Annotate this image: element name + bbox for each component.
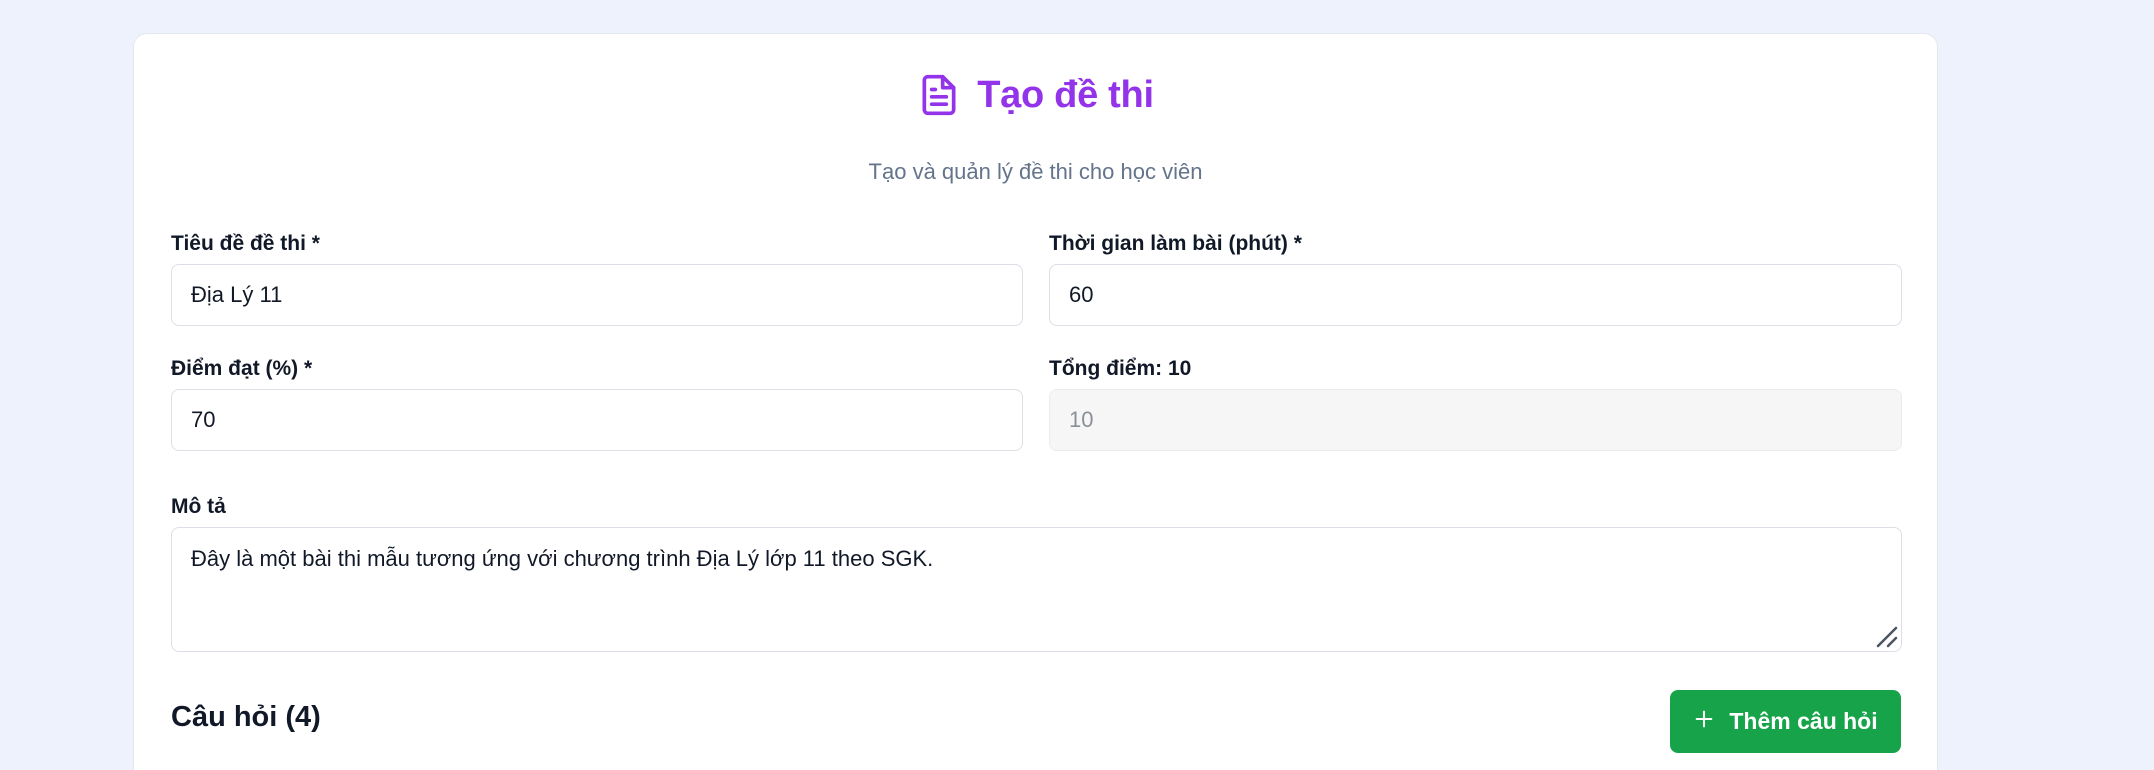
description-textarea[interactable]: Đây là một bài thi mẫu tương ứng với chư… xyxy=(171,527,1902,652)
exam-title-input[interactable] xyxy=(171,264,1023,326)
resize-handle-icon[interactable] xyxy=(1874,624,1898,648)
pass-score-input[interactable] xyxy=(171,389,1023,451)
page-header: Tạo đề thi xyxy=(134,70,1937,120)
pass-score-label: Điểm đạt (%) * xyxy=(171,357,313,380)
total-score-input xyxy=(1049,389,1902,451)
page-title: Tạo đề thi xyxy=(977,73,1154,116)
questions-heading: Câu hỏi (4) xyxy=(171,701,321,733)
exam-title-label: Tiêu đề đề thi * xyxy=(171,232,320,255)
exam-form-card: Tạo đề thi Tạo và quản lý đề thi cho học… xyxy=(133,33,1938,770)
page-subtitle: Tạo và quản lý đề thi cho học viên xyxy=(868,159,1203,184)
add-question-button[interactable]: Thêm câu hỏi xyxy=(1670,690,1901,753)
total-score-label: Tổng điểm: 10 xyxy=(1049,357,1192,380)
duration-input[interactable] xyxy=(1049,264,1902,326)
plus-icon xyxy=(1693,708,1715,736)
duration-label: Thời gian làm bài (phút) * xyxy=(1049,232,1302,255)
add-question-label: Thêm câu hỏi xyxy=(1729,708,1878,734)
description-label: Mô tả xyxy=(171,495,226,518)
file-text-icon xyxy=(917,70,961,120)
